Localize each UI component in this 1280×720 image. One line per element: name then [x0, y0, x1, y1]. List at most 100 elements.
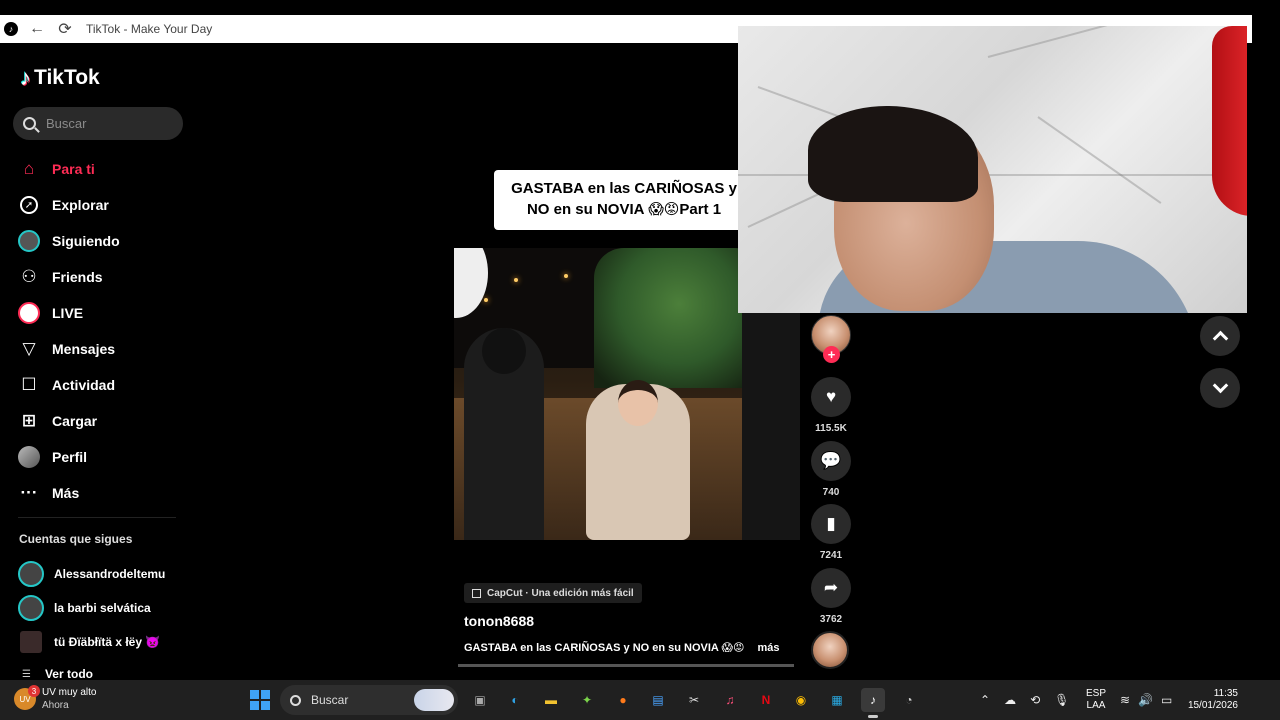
- netflix-icon[interactable]: N: [754, 688, 778, 712]
- comment-button[interactable]: 💬: [811, 441, 851, 481]
- edge-icon[interactable]: ◐: [503, 688, 527, 712]
- account-name: tü Đïäbłïtä x łëy 👿: [54, 635, 161, 649]
- video-person-center: [586, 380, 690, 540]
- friends-icon: ⚇: [21, 267, 37, 286]
- chevron-up-tray-icon[interactable]: ⌃: [980, 693, 990, 707]
- start-button[interactable]: [248, 688, 272, 712]
- system-tray: ⌃ ☁ ⟲ 🎙: [980, 680, 1069, 720]
- description-text: GASTABA en las CARIÑOSAS y NO en su NOVI…: [464, 642, 745, 654]
- refresh-icon[interactable]: ⟳: [56, 19, 74, 39]
- chrome-icon[interactable]: ◉: [789, 688, 813, 712]
- notification-badge: 3: [28, 685, 40, 697]
- tiktok-logo[interactable]: ♪ TikTok: [20, 65, 100, 91]
- upload-icon: ⊞: [21, 411, 37, 430]
- nav-item-actividad[interactable]: ☐ Actividad: [18, 367, 120, 403]
- sidebar: ♪ TikTok Buscar ⌂ Para ti ➚ Explorar Sig…: [0, 43, 200, 681]
- search-icon: [290, 694, 301, 706]
- see-all-link[interactable]: ☰ Ver todo: [22, 667, 93, 681]
- account-avatar: [18, 595, 44, 621]
- status-icons: ≋ 🔊 ▭: [1120, 680, 1172, 720]
- nav-item-explorar[interactable]: ➚ Explorar: [18, 187, 120, 223]
- volume-icon[interactable]: 🔊: [1138, 693, 1153, 707]
- nav-item-cargar[interactable]: ⊞ Cargar: [18, 403, 120, 439]
- nav-label: Perfil: [52, 449, 88, 465]
- weather-widget[interactable]: UV 3 UV muy alto Ahora: [14, 685, 96, 712]
- webcam-red-cloth: [1212, 26, 1247, 216]
- like-count: 115.5K: [815, 423, 847, 434]
- uv-icon-text: UV: [19, 694, 31, 704]
- snipping-tool-icon[interactable]: ✂: [682, 688, 706, 712]
- nav-item-mas[interactable]: ··· Más: [18, 475, 120, 511]
- app-window-icon[interactable]: ▦: [825, 688, 849, 712]
- sidebar-search-input[interactable]: Buscar: [13, 107, 183, 140]
- taskbar-search[interactable]: Buscar: [280, 685, 458, 715]
- save-button[interactable]: ▮: [811, 504, 851, 544]
- firefox-icon[interactable]: ●: [611, 688, 635, 712]
- webcam-person-hair: [808, 106, 978, 202]
- tiktok-note-icon: ♪: [20, 65, 31, 90]
- recorder-icon[interactable]: ◔: [897, 688, 921, 712]
- nav-item-friends[interactable]: ⚇ Friends: [18, 259, 120, 295]
- messages-icon: ▽: [22, 339, 36, 358]
- battery-icon[interactable]: ▭: [1161, 693, 1172, 707]
- comment-icon: 💬: [820, 451, 842, 470]
- capcut-tag[interactable]: CapCut · Una edición más fácil: [464, 583, 642, 603]
- video-author[interactable]: tonon8688: [464, 613, 534, 629]
- sun-uv-icon: UV 3: [14, 685, 40, 710]
- account-avatar: [18, 561, 44, 587]
- music-disc-avatar[interactable]: [811, 631, 849, 669]
- capcut-icon: [472, 588, 481, 598]
- nav-item-para-ti[interactable]: ⌂ Para ti: [18, 151, 120, 187]
- nav-item-perfil[interactable]: Perfil: [18, 439, 120, 475]
- video-overlay-caption: GASTABA en las CARIÑOSAS y NO en su NOVI…: [494, 170, 744, 230]
- follow-plus-button[interactable]: +: [823, 346, 840, 363]
- nav-item-siguiendo[interactable]: Siguiendo: [18, 223, 120, 259]
- account-name: Alessandrodeltemu: [54, 567, 166, 581]
- nav-label: LIVE: [52, 305, 84, 321]
- nav-label: Para ti: [52, 161, 95, 177]
- sidebar-nav: ⌂ Para ti ➚ Explorar Siguiendo ⚇ Friends…: [18, 151, 120, 511]
- task-view-icon[interactable]: ▣: [468, 688, 492, 712]
- like-button[interactable]: ♥: [811, 377, 851, 417]
- live-icon: [18, 302, 40, 324]
- save-count: 7241: [819, 550, 843, 561]
- following-avatar-icon: [18, 230, 40, 252]
- more-link[interactable]: más: [758, 642, 780, 654]
- back-arrow-icon[interactable]: ←: [28, 20, 46, 38]
- following-account[interactable]: la barbi selvática: [18, 591, 165, 625]
- account-name: la barbi selvática: [54, 601, 151, 615]
- nav-label: Cargar: [52, 413, 98, 429]
- microphone-icon[interactable]: 🎙: [1054, 693, 1069, 707]
- nav-label: Actividad: [52, 377, 116, 393]
- capcut-label: CapCut · Una edición más fácil: [487, 587, 634, 599]
- caption-line-1: GASTABA en las CARIÑOSAS y: [511, 180, 737, 197]
- cloud-icon[interactable]: ☁: [1004, 693, 1016, 707]
- chevron-up-icon: [1212, 330, 1228, 347]
- language-indicator[interactable]: ESP LAA: [1086, 688, 1106, 712]
- share-button[interactable]: ➦: [811, 568, 851, 608]
- sync-icon[interactable]: ⟲: [1030, 693, 1040, 707]
- more-icon: ···: [20, 483, 38, 502]
- copilot-icon[interactable]: ✦: [575, 688, 599, 712]
- video-progress-bar[interactable]: [458, 664, 794, 667]
- store-icon[interactable]: ▤: [646, 688, 670, 712]
- wifi-icon[interactable]: ≋: [1120, 693, 1130, 707]
- tiktok-favicon-icon: ♪: [4, 22, 18, 36]
- itunes-icon[interactable]: ♫: [718, 688, 742, 712]
- nav-item-mensajes[interactable]: ▽ Mensajes: [18, 331, 120, 367]
- following-section-title: Cuentas que sigues: [19, 532, 133, 546]
- tiktok-app-icon[interactable]: ♪: [861, 688, 885, 712]
- list-icon: ☰: [22, 668, 31, 680]
- next-video-button[interactable]: [1200, 368, 1240, 408]
- nav-item-live[interactable]: LIVE: [18, 295, 120, 331]
- following-account[interactable]: Alessandrodeltemu: [18, 557, 165, 591]
- nav-label: Siguiendo: [52, 233, 120, 249]
- video-person-right: [742, 308, 800, 540]
- nav-label: Mensajes: [52, 341, 116, 357]
- clock[interactable]: 11:35 15/01/2026: [1186, 688, 1238, 712]
- taskbar-search-label: Buscar: [311, 693, 349, 707]
- lang-bottom: LAA: [1086, 700, 1106, 711]
- previous-video-button[interactable]: [1200, 316, 1240, 356]
- following-account[interactable]: tü Đïäbłïtä x łëy 👿: [18, 625, 165, 659]
- file-explorer-icon[interactable]: ▬: [539, 688, 563, 712]
